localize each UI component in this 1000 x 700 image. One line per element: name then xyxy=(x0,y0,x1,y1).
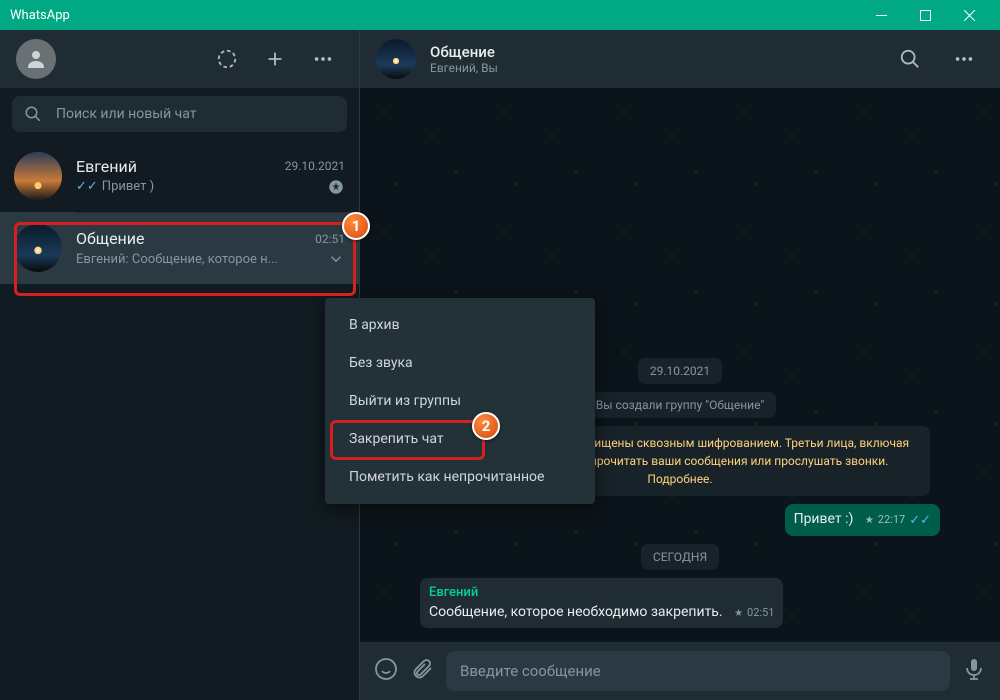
window-controls xyxy=(860,0,990,30)
date-chip: 29.10.2021 xyxy=(638,358,722,384)
message-time: 02:51 xyxy=(747,606,774,621)
attach-icon[interactable] xyxy=(410,657,434,685)
chat-time: 02:51 xyxy=(315,232,345,246)
maximize-button[interactable] xyxy=(904,0,946,30)
message-in[interactable]: Евгений Сообщение, которое необходимо за… xyxy=(420,578,783,628)
group-avatar xyxy=(376,39,416,79)
my-avatar[interactable] xyxy=(16,39,56,79)
new-chat-icon[interactable] xyxy=(255,39,295,79)
chat-avatar xyxy=(14,224,62,272)
chat-name: Общение xyxy=(76,229,307,248)
minimize-button[interactable] xyxy=(860,0,902,30)
titlebar: WhatsApp xyxy=(0,0,1000,30)
chat-title: Общение xyxy=(430,43,498,61)
message-out[interactable]: Привет :) ★ 22:17 ✓✓ xyxy=(785,504,940,536)
chevron-down-icon[interactable] xyxy=(327,250,345,268)
close-button[interactable] xyxy=(948,0,990,30)
sidebar-header xyxy=(0,30,359,88)
search-bar[interactable] xyxy=(12,96,347,132)
menu-icon[interactable] xyxy=(303,39,343,79)
message-input-wrap[interactable] xyxy=(446,651,950,691)
app-title: WhatsApp xyxy=(10,8,70,23)
search-wrap xyxy=(0,88,359,140)
header-menu-icon[interactable] xyxy=(944,39,984,79)
star-icon: ★ xyxy=(734,607,743,621)
chat-list: Евгений 29.10.2021 ✓✓ Привет ) xyxy=(0,140,359,700)
message-input[interactable] xyxy=(460,662,936,680)
menu-item-mute[interactable]: Без звука xyxy=(325,344,595,382)
chat-time: 29.10.2021 xyxy=(285,159,345,173)
mic-icon[interactable] xyxy=(962,657,986,685)
read-check-icon: ✓✓ xyxy=(76,179,98,194)
search-icon xyxy=(24,105,42,123)
annotation-badge-2: 2 xyxy=(472,412,500,440)
status-icon[interactable] xyxy=(207,39,247,79)
menu-item-exit-group[interactable]: Выйти из группы xyxy=(325,382,595,420)
message-text: Привет :) xyxy=(794,511,854,527)
system-message: Вы создали группу "Общение" xyxy=(584,392,776,418)
pin-icon xyxy=(327,178,345,196)
message-time: 22:17 xyxy=(878,513,905,528)
app-window: WhatsApp xyxy=(0,0,1000,700)
header-search-icon[interactable] xyxy=(890,39,930,79)
chat-header[interactable]: Общение Евгений, Вы xyxy=(360,30,1000,88)
chat-preview: Привет ) xyxy=(102,179,323,194)
chat-subtitle: Евгений, Вы xyxy=(430,61,498,75)
message-text: Сообщение, которое необходимо закрепить. xyxy=(429,604,723,620)
star-icon: ★ xyxy=(865,514,874,528)
message-sender: Евгений xyxy=(429,584,774,602)
chat-name: Евгений xyxy=(76,157,277,176)
chat-item-obschenie[interactable]: Общение 02:51 Евгений: Сообщение, которо… xyxy=(0,212,359,284)
read-check-icon: ✓✓ xyxy=(909,512,931,530)
chat-item-evgeniy[interactable]: Евгений 29.10.2021 ✓✓ Привет ) xyxy=(0,140,359,212)
search-input[interactable] xyxy=(56,106,335,122)
composer xyxy=(360,642,1000,700)
menu-item-archive[interactable]: В архив xyxy=(325,306,595,344)
context-menu: В архив Без звука Выйти из группы Закреп… xyxy=(325,298,595,504)
menu-item-pin-chat[interactable]: Закрепить чат xyxy=(325,420,595,458)
menu-item-mark-unread[interactable]: Пометить как непрочитанное xyxy=(325,458,595,496)
chat-avatar xyxy=(14,152,62,200)
sidebar: Евгений 29.10.2021 ✓✓ Привет ) xyxy=(0,30,360,700)
annotation-badge-1: 1 xyxy=(342,212,370,240)
chat-preview: Евгений: Сообщение, которое н... xyxy=(76,252,323,267)
emoji-icon[interactable] xyxy=(374,657,398,685)
date-chip: СЕГОДНЯ xyxy=(641,544,719,570)
